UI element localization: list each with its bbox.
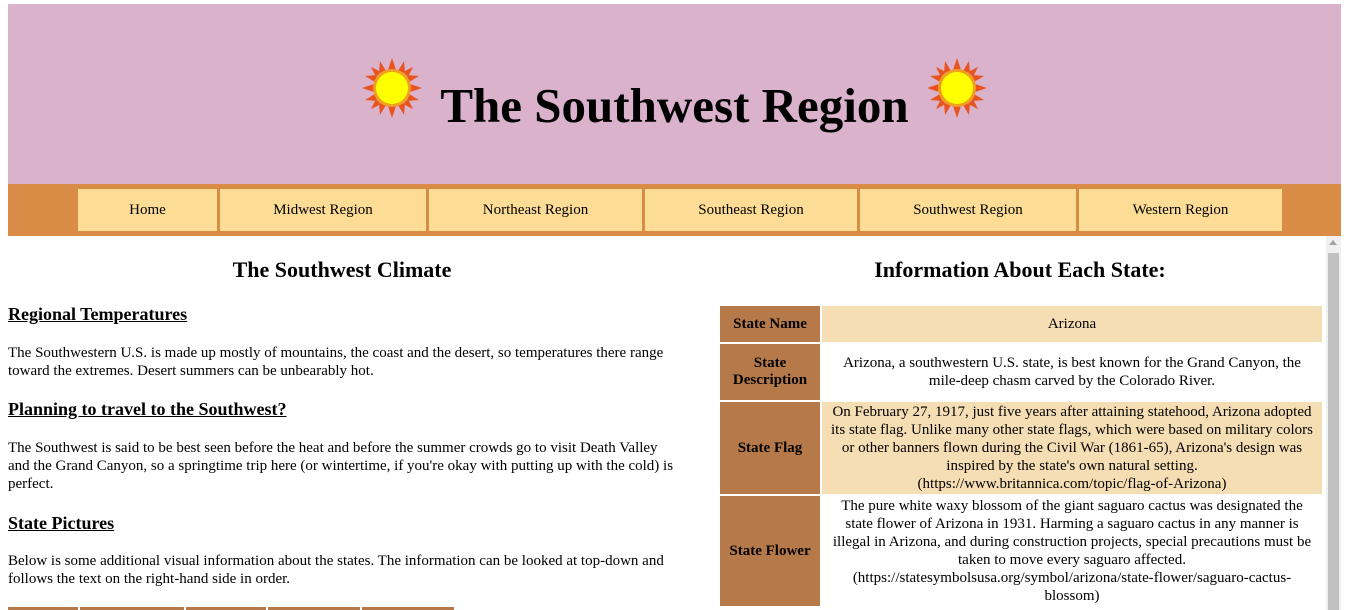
state-info-table: State Name Arizona State Description Ari… [718,304,1324,608]
row-value: The pure white waxy blossom of the giant… [822,496,1322,606]
nav-bar: Home Midwest Region Northeast Region Sou… [8,184,1341,236]
table-row: State Description Arizona, a southwester… [720,344,1322,400]
nav-link-southwest[interactable]: Southwest Region [860,189,1076,231]
section-text-pictures: Below is some additional visual informat… [8,553,664,587]
row-value: On February 27, 1917, just five years af… [822,402,1322,494]
state-info-heading: Information About Each State: [874,257,1166,282]
scrollbar-thumb[interactable] [1328,253,1339,610]
row-value: Arizona [822,306,1322,342]
page-title: The Southwest Region [440,78,909,133]
climate-heading: The Southwest Climate [232,257,452,282]
section-title-temperatures: Regional Temperatures [8,304,188,324]
table-row: State Name Arizona [720,306,1322,342]
row-label: State Flag [720,402,820,494]
section-text-temperatures: The Southwestern U.S. is made up mostly … [8,345,664,379]
row-label: State Description [720,344,820,400]
nav-link-home[interactable]: Home [78,189,217,231]
row-label: State Name [720,306,820,342]
table-row: State Flower The pure white waxy blossom… [720,496,1322,606]
row-value: Arizona, a southwestern U.S. state, is b… [822,344,1322,400]
climate-column: The Southwest Climate Regional Temperatu… [8,236,708,610]
section-text-travel: The Southwest is said to be best seen be… [8,440,674,492]
page-header: The Southwest Region [8,4,1341,184]
section-title-pictures: State Pictures [8,513,115,533]
row-label: State Flower [720,496,820,606]
nav-link-western[interactable]: Western Region [1079,189,1282,231]
state-info-column: Information About Each State: State Name… [708,236,1326,610]
section-title-travel: Planning to travel to the Southwest? [8,399,287,419]
sun-icon [927,58,987,118]
table-row: State Flag On February 27, 1917, just fi… [720,402,1322,494]
vertical-scrollbar[interactable] [1326,236,1341,610]
nav-link-northeast[interactable]: Northeast Region [429,189,642,231]
nav-link-southeast[interactable]: Southeast Region [645,189,857,231]
scroll-up-arrow-icon[interactable] [1329,240,1337,245]
nav-link-midwest[interactable]: Midwest Region [220,189,426,231]
